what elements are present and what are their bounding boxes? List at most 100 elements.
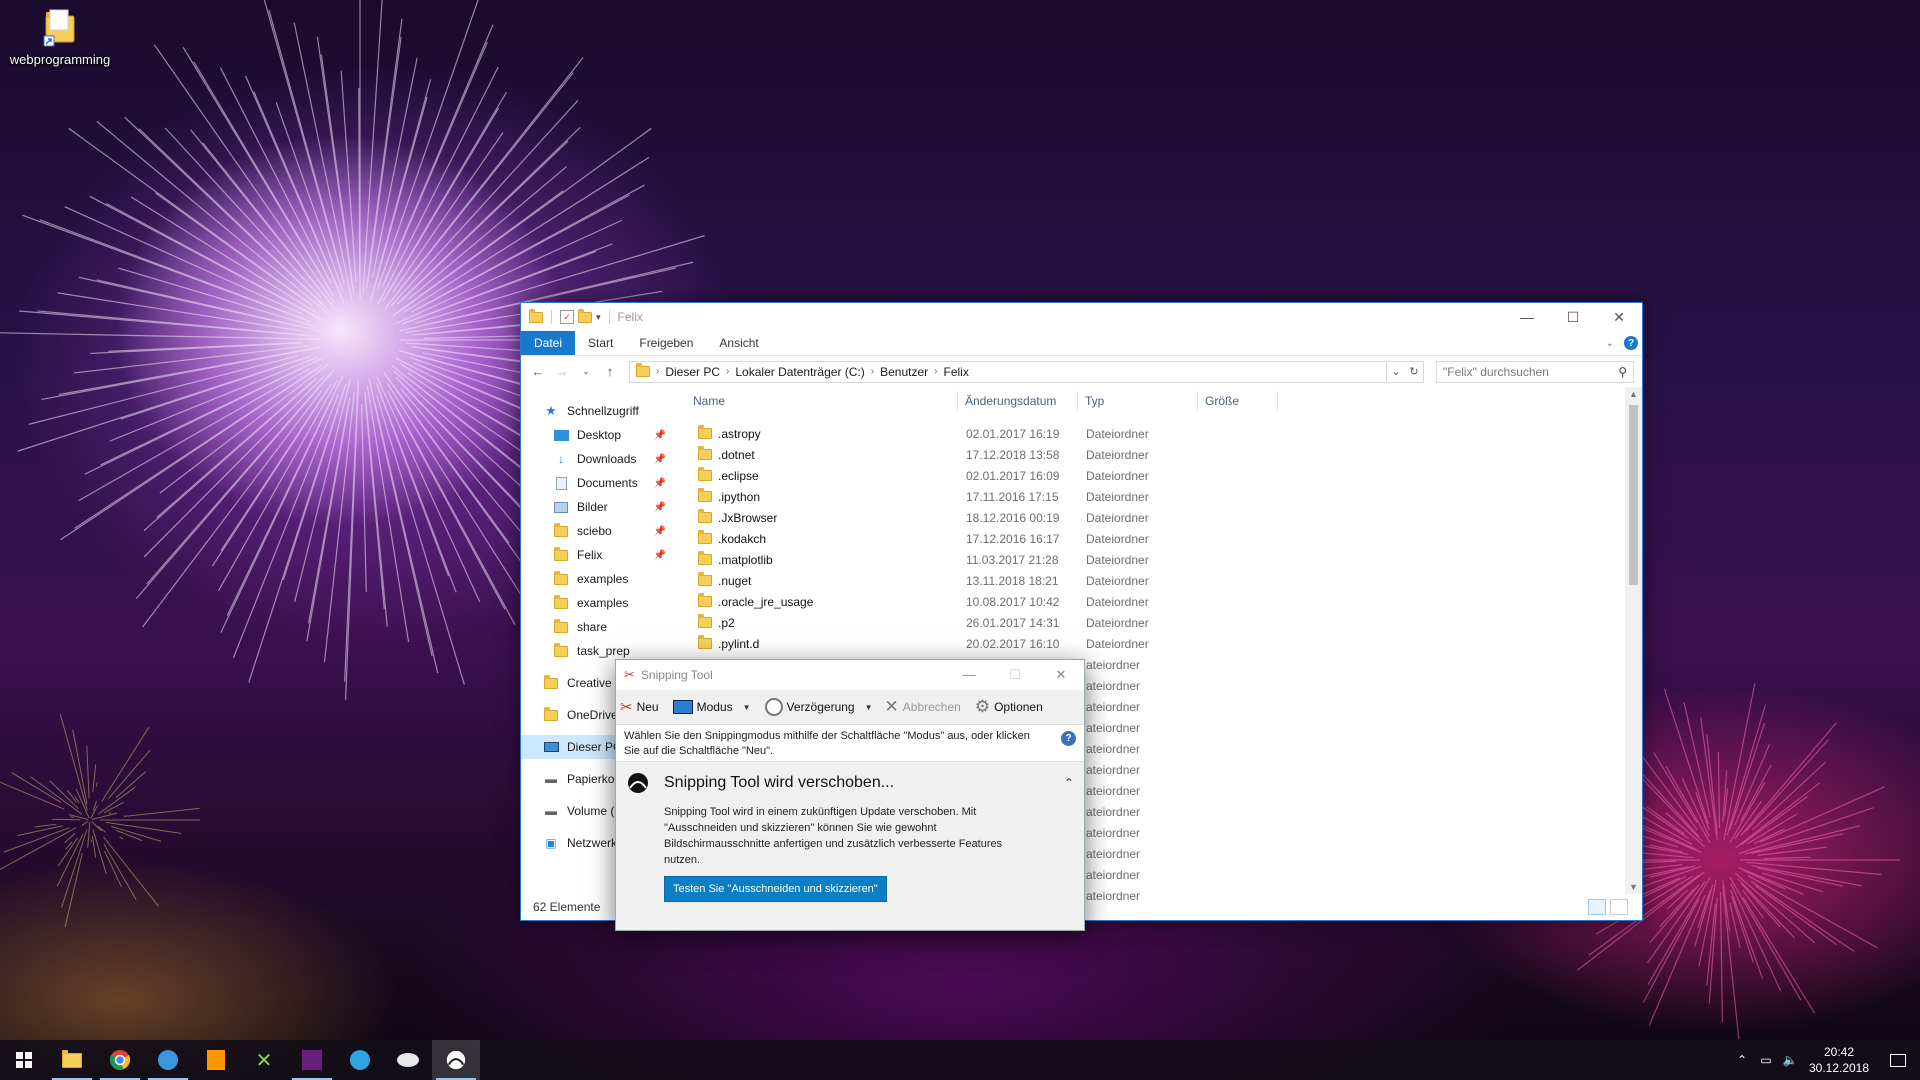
help-icon[interactable]: ? — [1624, 336, 1638, 350]
explorer-titlebar[interactable]: ✓ ▾ Felix — ☐ ✕ — [521, 303, 1642, 331]
column-name[interactable]: Name — [692, 391, 958, 411]
table-row[interactable]: .ipython 17.11.2016 17:15 Dateiordner — [676, 486, 1642, 507]
maximize-button[interactable]: ☐ — [1550, 303, 1596, 331]
file-explorer-icon[interactable] — [48, 1040, 96, 1080]
edge-icon[interactable] — [144, 1040, 192, 1080]
nav-desktop[interactable]: Desktop 📌 — [521, 423, 676, 447]
table-row[interactable]: .matplotlib 11.03.2017 21:28 Dateiordner — [676, 549, 1642, 570]
new-button[interactable]: ✂ Neu — [620, 698, 659, 716]
breadcrumb-felix[interactable]: Felix — [943, 365, 968, 379]
cancel-button[interactable]: ✕ Abbrechen — [885, 697, 961, 717]
table-row[interactable]: .kodakch 17.12.2016 16:17 Dateiordner — [676, 528, 1642, 549]
notification-icon[interactable] — [1876, 1053, 1920, 1067]
pin-icon[interactable]: 📌 — [654, 550, 666, 561]
chevron-right-icon[interactable]: › — [726, 366, 729, 377]
chevron-up-icon[interactable]: ⌃ — [1730, 1053, 1754, 1067]
volume-icon[interactable]: 🔈 — [1778, 1053, 1802, 1067]
chrome-icon[interactable] — [96, 1040, 144, 1080]
pin-icon[interactable]: 📌 — [654, 526, 666, 537]
nav-downloads[interactable]: ↓ Downloads 📌 — [521, 447, 676, 471]
visual-studio-icon[interactable] — [288, 1040, 336, 1080]
minimize-button[interactable]: — — [946, 667, 992, 683]
chevron-down-icon[interactable]: ▼ — [743, 703, 751, 712]
table-row[interactable]: .eclipse 02.01.2017 16:09 Dateiordner — [676, 465, 1642, 486]
column-type[interactable]: Typ — [1078, 391, 1198, 411]
mode-button[interactable]: Modus ▼ — [672, 700, 751, 714]
java-icon[interactable] — [384, 1040, 432, 1080]
address-dropdown-icon[interactable]: ⌄ — [1387, 362, 1405, 382]
chevron-down-icon[interactable]: ▼ — [865, 703, 873, 712]
scroll-up-icon[interactable]: ▲ — [1625, 389, 1642, 399]
table-row[interactable]: .astropy 02.01.2017 16:19 Dateiordner — [676, 423, 1642, 444]
pin-icon[interactable]: 📌 — [654, 478, 666, 489]
tab-ansicht[interactable]: Ansicht — [706, 331, 771, 355]
minimize-button[interactable]: — — [1504, 303, 1550, 331]
chevron-right-icon[interactable]: › — [871, 366, 874, 377]
nav-bilder[interactable]: Bilder 📌 — [521, 495, 676, 519]
scrollbar-thumb[interactable] — [1629, 405, 1638, 585]
nav-label: OneDrive — [567, 708, 618, 722]
help-icon[interactable]: ? — [1061, 731, 1076, 746]
network-icon[interactable]: ▭ — [1754, 1053, 1778, 1067]
breadcrumb-users[interactable]: Benutzer — [880, 365, 928, 379]
clock[interactable]: 20:42 30.12.2018 — [1802, 1044, 1876, 1076]
table-row[interactable]: .p2 26.01.2017 14:31 Dateiordner — [676, 612, 1642, 633]
forward-icon[interactable]: → — [553, 364, 571, 379]
file-name: .p2 — [718, 615, 735, 630]
pin-icon[interactable]: 📌 — [654, 502, 666, 513]
properties-icon[interactable]: ✓ — [560, 310, 574, 324]
snipping-tool-window[interactable]: ✂ Snipping Tool — ☐ ✕ ✂ Neu Modus ▼ Verz… — [615, 659, 1085, 931]
close-button[interactable]: ✕ — [1596, 303, 1642, 331]
refresh-icon[interactable]: ↻ — [1405, 362, 1423, 382]
chevron-right-icon[interactable]: › — [656, 366, 659, 377]
up-icon[interactable]: ↑ — [601, 364, 619, 379]
tab-start[interactable]: Start — [575, 331, 626, 355]
delay-button[interactable]: Verzögerung ▼ — [764, 698, 873, 716]
snipping-tool-titlebar[interactable]: ✂ Snipping Tool — ☐ ✕ — [616, 660, 1084, 690]
tab-datei[interactable]: Datei — [521, 331, 576, 355]
vertical-scrollbar[interactable]: ▲ ▼ — [1625, 387, 1642, 894]
nav-share[interactable]: share — [521, 615, 676, 639]
xmind-icon[interactable]: ✕ — [240, 1040, 288, 1080]
nav-examples-2[interactable]: examples — [521, 591, 676, 615]
nav-documents[interactable]: Documents 📌 — [521, 471, 676, 495]
sublime-icon[interactable] — [192, 1040, 240, 1080]
customize-quick-access-icon[interactable]: ▾ — [596, 312, 601, 323]
nav-examples-1[interactable]: examples — [521, 567, 676, 591]
details-view-icon[interactable] — [1588, 899, 1606, 915]
nav-felix[interactable]: Felix 📌 — [521, 543, 676, 567]
start-icon[interactable] — [0, 1040, 48, 1080]
table-row[interactable]: .nuget 13.11.2018 18:21 Dateiordner — [676, 570, 1642, 591]
expand-ribbon-icon[interactable]: ⌄ — [1606, 338, 1614, 349]
scroll-down-icon[interactable]: ▼ — [1625, 882, 1642, 892]
nav-label: Netzwerk — [567, 836, 618, 850]
table-row[interactable]: .pylint.d 20.02.2017 16:10 Dateiordner — [676, 633, 1642, 654]
table-row[interactable]: .JxBrowser 18.12.2016 00:19 Dateiordner — [676, 507, 1642, 528]
close-button[interactable]: ✕ — [1038, 667, 1084, 683]
recent-locations-icon[interactable]: ⌄ — [577, 366, 595, 377]
table-row[interactable]: .oracle_jre_usage 10.08.2017 10:42 Dateior… — [676, 591, 1642, 612]
maximize-button[interactable]: ☐ — [992, 667, 1038, 683]
new-folder-icon[interactable] — [578, 308, 592, 323]
breadcrumb-drive[interactable]: Lokaler Datenträger (C:) — [735, 365, 864, 379]
chevron-right-icon[interactable]: › — [934, 366, 937, 377]
search-input[interactable]: "Felix" durchsuchen ⚲ — [1436, 360, 1634, 383]
breadcrumb-this-pc[interactable]: Dieser PC — [665, 365, 720, 379]
tab-freigeben[interactable]: Freigeben — [626, 331, 706, 355]
snipping-tool-icon[interactable] — [432, 1040, 480, 1080]
large-icons-view-icon[interactable] — [1610, 899, 1628, 915]
options-button[interactable]: ⚙ Optionen — [975, 697, 1043, 717]
table-row[interactable]: .dotnet 17.12.2018 13:58 Dateiordner — [676, 444, 1642, 465]
desktop-icon-webprogramming[interactable]: webprogramming — [8, 6, 112, 67]
back-icon[interactable]: ← — [529, 364, 547, 379]
column-size[interactable]: Größe — [1198, 391, 1278, 411]
nav-quick-access[interactable]: ★ Schnellzugriff — [521, 399, 676, 423]
pin-icon[interactable]: 📌 — [654, 430, 666, 441]
address-bar[interactable]: › Dieser PC › Lokaler Datenträger (C:) ›… — [629, 360, 1424, 383]
column-date[interactable]: Änderungsdatum — [958, 391, 1078, 411]
chevron-up-icon[interactable]: ⌃ — [1064, 776, 1074, 790]
nav-sciebo[interactable]: sciebo 📌 — [521, 519, 676, 543]
try-snip-sketch-button[interactable]: Testen Sie "Ausschneiden und skizzieren" — [664, 876, 887, 902]
telegram-icon[interactable] — [336, 1040, 384, 1080]
pin-icon[interactable]: 📌 — [654, 454, 666, 465]
